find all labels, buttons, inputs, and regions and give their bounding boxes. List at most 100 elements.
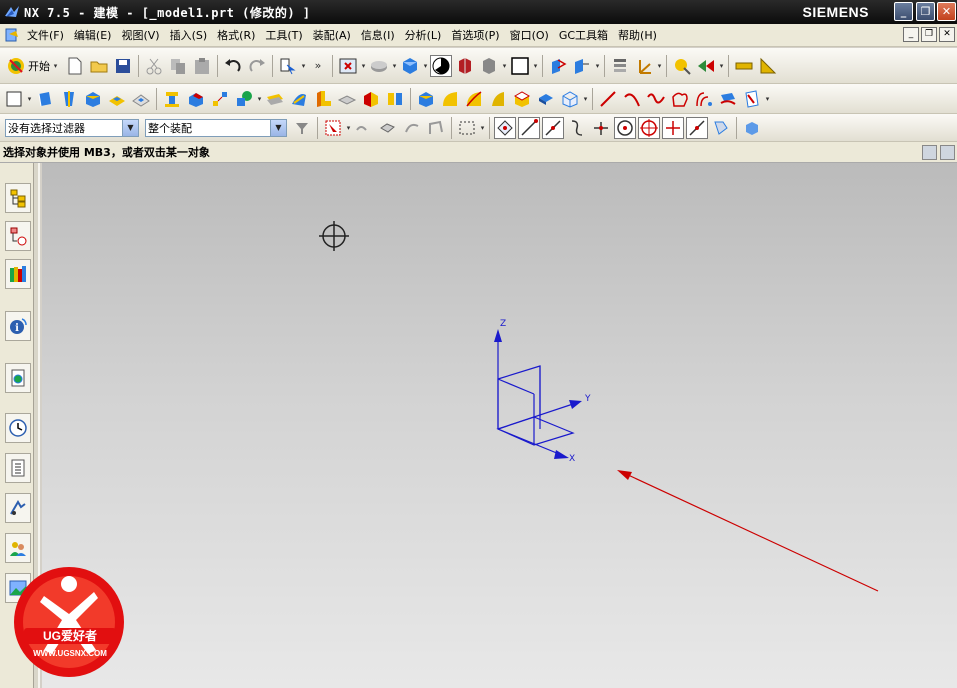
menu-insert[interactable]: 插入(S) — [165, 27, 213, 43]
clip-button[interactable] — [571, 55, 593, 77]
history-tab[interactable] — [5, 413, 31, 443]
layer-settings-button[interactable] — [609, 55, 631, 77]
snap-midpoint-button[interactable] — [542, 116, 564, 139]
mesh-surface-button[interactable] — [511, 88, 533, 110]
show-body-button[interactable] — [741, 117, 763, 139]
history-palette-tab[interactable] — [5, 363, 31, 393]
chevron-down-icon[interactable]: ▼ — [270, 119, 286, 136]
analysis-button[interactable] — [671, 55, 693, 77]
snap-center-button[interactable] — [614, 116, 636, 139]
follow-curve-button[interactable] — [353, 117, 375, 139]
sketch-dropdown-icon[interactable]: ▾ — [26, 95, 33, 103]
cut-button[interactable] — [143, 55, 165, 77]
section-view-button[interactable] — [547, 55, 569, 77]
thicken-button[interactable] — [336, 88, 358, 110]
snap-point-on-face-button[interactable] — [686, 116, 708, 139]
feature-selection-button[interactable] — [322, 117, 344, 139]
shaded-body-button[interactable] — [454, 55, 476, 77]
selection-scope-select[interactable]: 整个装配 ▼ — [145, 118, 287, 137]
start-button[interactable]: 开始 ▾ — [2, 56, 63, 76]
pad-button[interactable] — [106, 88, 128, 110]
fit-dropdown-icon[interactable]: ▾ — [360, 62, 367, 70]
tangent-rule-button[interactable] — [401, 117, 423, 139]
pocket-button[interactable] — [130, 88, 152, 110]
repeat-dropdown-icon[interactable]: ▾ — [300, 62, 307, 70]
selection-options-dropdown-icon[interactable]: ▾ — [345, 124, 352, 132]
menu-tools[interactable]: 工具(T) — [260, 27, 307, 43]
save-button[interactable] — [112, 55, 134, 77]
chamfer-button[interactable] — [185, 88, 207, 110]
sketch-button[interactable] — [3, 88, 25, 110]
nx-app-icon[interactable] — [4, 4, 20, 20]
assembly-navigator-tab[interactable] — [5, 183, 31, 213]
motion-button[interactable] — [695, 55, 717, 77]
shell-button[interactable] — [535, 88, 557, 110]
menu-window[interactable]: 窗口(O) — [505, 27, 554, 43]
wcs-triad[interactable]: Z Y X — [494, 319, 591, 464]
menu-preferences[interactable]: 首选项(P) — [446, 27, 504, 43]
menu-gc-toolkit[interactable]: GC工具箱 — [554, 27, 613, 43]
document-icon[interactable] — [4, 27, 20, 43]
split-body-button[interactable] — [384, 88, 406, 110]
toolbar-more-icon[interactable]: » — [307, 59, 329, 72]
copy-button[interactable] — [167, 55, 189, 77]
close-button[interactable]: ✕ — [937, 2, 956, 21]
curve-more-dropdown-icon[interactable]: ▾ — [764, 95, 771, 103]
bridge-surface-button[interactable] — [463, 88, 485, 110]
menu-edit[interactable]: 编辑(E) — [69, 27, 117, 43]
spline-button[interactable] — [645, 88, 667, 110]
feature-more-dropdown-icon[interactable]: ▾ — [582, 95, 589, 103]
snap-endpoint-button[interactable] — [518, 116, 540, 139]
face-blend-button[interactable] — [439, 88, 461, 110]
system-materials-tab[interactable] — [5, 453, 31, 483]
status-menu-icon[interactable] — [940, 145, 955, 160]
doc-minimize-button[interactable]: _ — [903, 27, 919, 42]
measure-button[interactable] — [733, 55, 755, 77]
status-toggle-icon[interactable] — [922, 145, 937, 160]
measure-angle-button[interactable] — [757, 55, 779, 77]
view-orientation-button[interactable] — [399, 55, 421, 77]
graphics-window[interactable]: Z Y X — [42, 163, 957, 688]
datum-button[interactable] — [233, 88, 255, 110]
doc-restore-button[interactable]: ❐ — [921, 27, 937, 42]
zoom-dropdown-icon[interactable]: ▾ — [391, 62, 398, 70]
undo-button[interactable] — [222, 55, 244, 77]
contour-button[interactable] — [669, 88, 691, 110]
wireframe-cube-button[interactable] — [559, 88, 581, 110]
render-style-button[interactable] — [430, 54, 452, 77]
rectangle-select-dropdown-icon[interactable]: ▾ — [479, 124, 486, 132]
revolve-button[interactable] — [58, 88, 80, 110]
wcs-dropdown-icon[interactable]: ▾ — [656, 62, 663, 70]
web-browser-tab[interactable]: i — [5, 311, 31, 341]
redo-button[interactable] — [246, 55, 268, 77]
wcs-button[interactable] — [633, 55, 655, 77]
background-button[interactable] — [509, 55, 531, 77]
roles-tab[interactable] — [5, 533, 31, 563]
boss-button[interactable] — [161, 88, 183, 110]
line-button[interactable] — [597, 88, 619, 110]
zoom-button[interactable] — [368, 55, 390, 77]
menu-format[interactable]: 格式(R) — [212, 27, 260, 43]
menu-file[interactable]: 文件(F) — [22, 27, 69, 43]
type-filter-select[interactable]: 没有选择过滤器 ▼ — [5, 118, 139, 137]
snap-intersection-button[interactable] — [590, 117, 612, 139]
paste-button[interactable] — [191, 55, 213, 77]
chain-rule-button[interactable] — [425, 117, 447, 139]
minimize-button[interactable]: _ — [894, 2, 913, 21]
background-dropdown-icon[interactable]: ▾ — [532, 62, 539, 70]
gray-body-button[interactable] — [478, 55, 500, 77]
instance-button[interactable] — [209, 88, 231, 110]
snap-existing-point-button[interactable] — [494, 116, 516, 139]
snap-control-point-button[interactable] — [566, 117, 588, 139]
constraint-navigator-tab[interactable] — [5, 221, 31, 251]
chevron-down-icon[interactable]: ▼ — [122, 119, 138, 136]
trim-body-button[interactable] — [360, 88, 382, 110]
sweep-button[interactable] — [312, 88, 334, 110]
menu-information[interactable]: 信息(I) — [356, 27, 400, 43]
new-file-button[interactable] — [64, 55, 86, 77]
arc-button[interactable] — [621, 88, 643, 110]
menu-view[interactable]: 视图(V) — [116, 27, 164, 43]
snap-quadrant-button[interactable] — [638, 116, 660, 139]
extrude-button[interactable] — [34, 88, 56, 110]
clip-dropdown-icon[interactable]: ▾ — [594, 62, 601, 70]
